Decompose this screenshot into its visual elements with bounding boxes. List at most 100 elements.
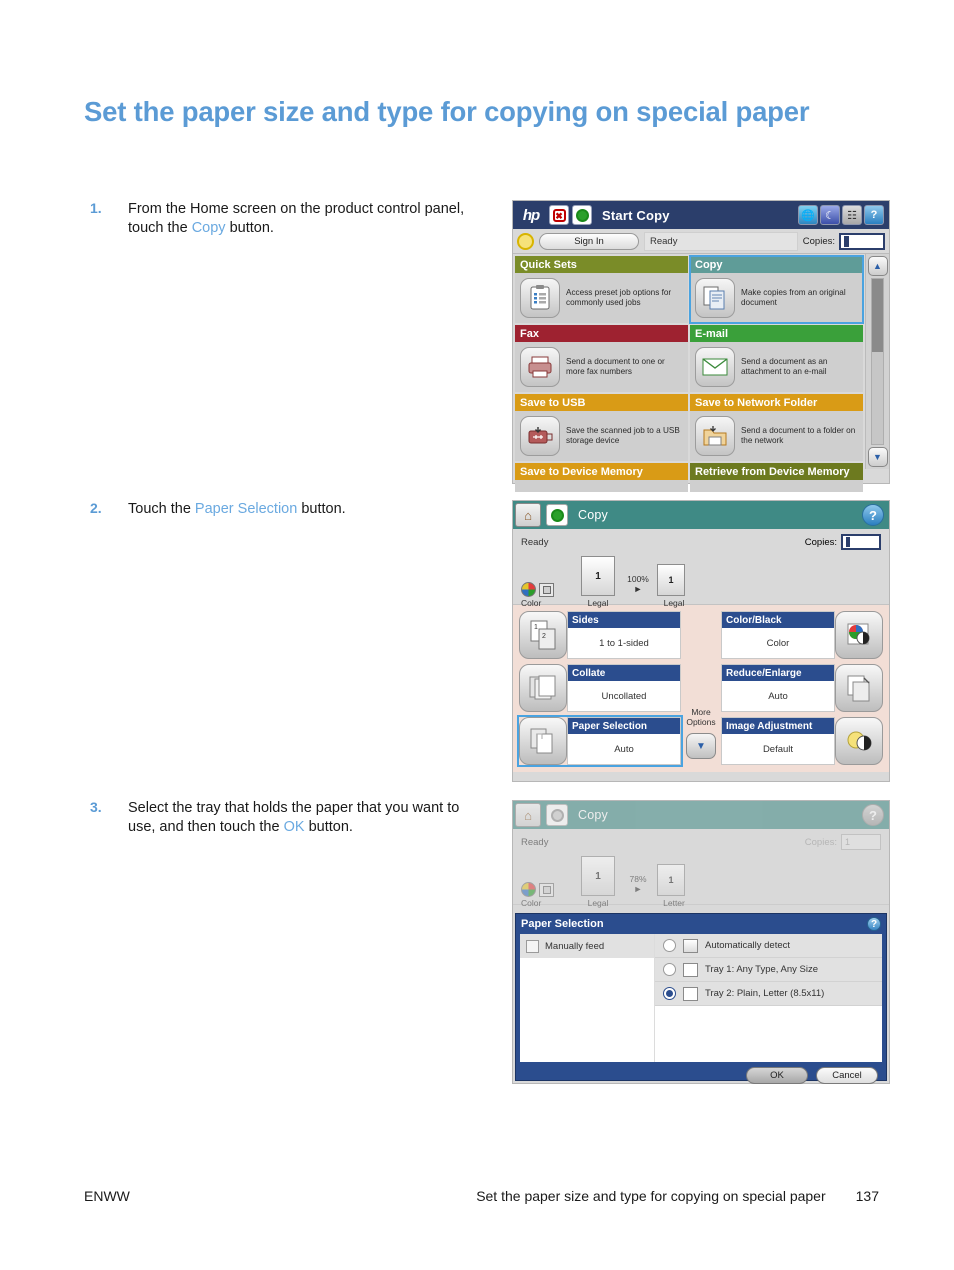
scroll-up-icon[interactable]: ▲ xyxy=(867,256,888,276)
option-collate[interactable]: Collate Uncollated xyxy=(519,664,681,712)
zoom-percent: 100% xyxy=(627,574,649,584)
copies-label: Copies: xyxy=(804,836,837,848)
start-icon[interactable] xyxy=(572,205,592,225)
sign-in-button[interactable]: Sign In xyxy=(539,232,639,250)
arrow-right-icon: ► xyxy=(633,584,643,594)
copy-titlebar: ⌂ Copy ? xyxy=(513,801,889,829)
tray-option-tray-1[interactable]: Tray 1: Any Type, Any Size xyxy=(655,958,882,982)
page-footer: ENWW Set the paper size and type for cop… xyxy=(84,1188,879,1204)
tile-save-to-device-memory[interactable]: Save to Device Memory xyxy=(515,463,688,492)
color-mode-label: Color xyxy=(521,898,542,908)
dest-page-size: Legal xyxy=(663,598,685,608)
footer-locale: ENWW xyxy=(84,1188,130,1204)
scrollbar-track[interactable] xyxy=(871,278,884,445)
copy-titlebar: ⌂ Copy ? xyxy=(513,501,889,529)
manual-feed-checkbox[interactable] xyxy=(526,939,539,953)
scan-mode-icon xyxy=(539,882,554,897)
ok-button[interactable]: OK xyxy=(746,1066,808,1084)
tile-quick-sets-title: Quick Sets xyxy=(515,256,688,273)
home-tiles-area: Quick Sets Access preset job options for… xyxy=(513,254,889,492)
home-icon[interactable]: ⌂ xyxy=(515,503,541,527)
tile-quick-sets[interactable]: Quick Sets Access preset job options for… xyxy=(515,256,688,323)
home-scrollbar[interactable]: ▲ ▼ xyxy=(865,254,889,469)
color-wheel-icon xyxy=(521,882,536,897)
scroll-down-icon[interactable]: ▼ xyxy=(867,447,888,467)
copy-titlebar-label: Copy xyxy=(578,508,608,522)
source-page-number: 1 xyxy=(581,556,615,596)
hp-logo-icon: hp xyxy=(516,203,546,227)
radio-tray-1[interactable] xyxy=(663,963,676,976)
option-paper-selection-title: Paper Selection xyxy=(568,718,680,734)
copy-preview-strip: Ready Copies: 1 Color 1 Legal 78% ► 1 Le… xyxy=(513,829,889,908)
tray-option-automatically-detect[interactable]: Automatically detect xyxy=(655,934,882,958)
more-options-label: More Options xyxy=(686,707,716,727)
help-icon[interactable]: ? xyxy=(867,917,881,931)
copies-label: Copies: xyxy=(802,235,835,247)
step-1-post: button. xyxy=(225,219,274,236)
copies-group: Copies: xyxy=(802,232,885,250)
tile-copy[interactable]: Copy Make copies from an original docume… xyxy=(689,255,864,324)
arrow-right-icon: ► xyxy=(633,884,643,894)
start-icon xyxy=(546,804,568,826)
option-collate-value: Uncollated xyxy=(601,690,647,702)
tile-fax-desc: Send a document to one or more fax numbe… xyxy=(566,357,665,376)
tile-fax[interactable]: Fax Send a document to one or more fax n… xyxy=(515,325,688,392)
printer-status-text: Ready xyxy=(644,231,798,251)
manual-feed-panel: Manually feed xyxy=(520,934,655,1062)
auto-detect-icon xyxy=(683,938,698,953)
option-paper-selection-value: Auto xyxy=(614,743,634,755)
step-2-number: 2. xyxy=(90,500,102,516)
help-icon[interactable]: ? xyxy=(864,205,884,225)
step-2-post: button. xyxy=(297,501,346,517)
radio-tray-2[interactable] xyxy=(663,987,676,1000)
tile-copy-desc: Make copies from an original document xyxy=(741,288,846,307)
globe-icon[interactable]: 🌐 xyxy=(798,205,818,225)
tile-save-to-network-folder-title: Save to Network Folder xyxy=(690,394,863,411)
scrollbar-thumb[interactable] xyxy=(872,279,883,352)
option-paper-selection[interactable]: Paper Selection Auto xyxy=(517,715,683,767)
printer-status-text: Ready xyxy=(521,836,549,848)
copies-input[interactable] xyxy=(841,534,881,550)
tile-save-to-network-folder[interactable]: Save to Network Folder Send a document t… xyxy=(690,394,863,461)
sleep-icon[interactable]: ☾ xyxy=(820,205,840,225)
tray-option-tray-2-label: Tray 2: Plain, Letter (8.5x11) xyxy=(705,988,825,999)
stop-icon[interactable]: ✖ xyxy=(549,205,569,225)
color-mode-label: Color xyxy=(521,598,542,608)
option-image-adjustment[interactable]: Image Adjustment Default xyxy=(721,717,883,765)
home-titlebar: hp ✖ Start Copy 🌐 ☾ ☷ ? xyxy=(513,201,889,229)
option-reduce-enlarge[interactable]: Reduce/Enlarge Auto xyxy=(721,664,883,712)
option-reduce-enlarge-title: Reduce/Enlarge xyxy=(722,665,834,681)
home-titlebar-label: Start Copy xyxy=(602,207,670,223)
cancel-button[interactable]: Cancel xyxy=(816,1066,878,1084)
home-status-bar: Sign In Ready Copies: xyxy=(513,229,889,254)
option-image-adjustment-value: Default xyxy=(762,743,794,755)
radio-automatically-detect[interactable] xyxy=(663,939,676,952)
source-page-size: Legal xyxy=(587,898,609,908)
tile-retrieve-from-device-memory-title: Retrieve from Device Memory xyxy=(690,463,863,480)
step-3-text: Select the tray that holds the paper tha… xyxy=(128,799,490,836)
svg-text:1: 1 xyxy=(534,624,538,631)
start-icon[interactable] xyxy=(546,504,568,526)
help-icon[interactable]: ? xyxy=(862,504,884,526)
copies-label: Copies: xyxy=(804,536,837,548)
power-icon[interactable] xyxy=(517,232,534,250)
option-sides[interactable]: 12 Sides 1 to 1-sided xyxy=(519,611,681,659)
network-icon[interactable]: ☷ xyxy=(842,205,862,225)
home-icon[interactable]: ⌂ xyxy=(515,803,541,827)
tile-save-to-usb[interactable]: Save to USB Save the scanned job to a US… xyxy=(515,394,688,461)
step-1: 1. From the Home screen on the product c… xyxy=(90,200,490,237)
tray-option-tray-2[interactable]: Tray 2: Plain, Letter (8.5x11) xyxy=(655,982,882,1006)
step-1-number: 1. xyxy=(90,200,102,216)
tile-retrieve-from-device-memory[interactable]: Retrieve from Device Memory xyxy=(690,463,863,492)
tile-email[interactable]: E-mail Send a document as an attachment … xyxy=(690,325,863,392)
manual-feed-option[interactable]: Manually feed xyxy=(520,934,654,958)
quick-sets-icon xyxy=(520,278,560,318)
copy-icon xyxy=(695,278,735,318)
footer-title: Set the paper size and type for copying … xyxy=(476,1188,826,1204)
copies-input[interactable] xyxy=(839,232,885,250)
option-color-black[interactable]: Color/Black Color xyxy=(721,611,883,659)
chevron-down-icon[interactable]: ▼ xyxy=(686,733,716,759)
help-icon: ? xyxy=(862,804,884,826)
page-title: Set the paper size and type for copying … xyxy=(84,96,810,127)
copy-titlebar-label: Copy xyxy=(578,808,608,822)
